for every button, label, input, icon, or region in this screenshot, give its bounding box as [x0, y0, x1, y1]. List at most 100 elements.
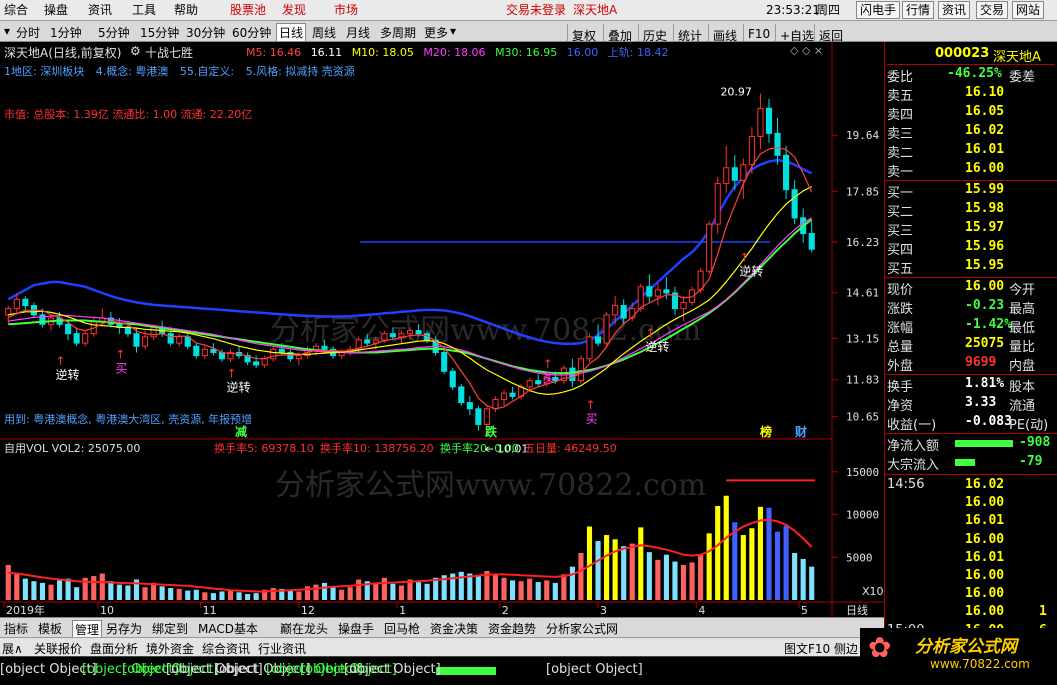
tag-concept[interactable]: 4.概念: 粤港澳 — [96, 65, 169, 78]
lightning-trade-button[interactable]: 闪电手 — [856, 1, 901, 19]
chart-area[interactable]: 分析家公式网www.70822.com 分析家公式网www.70822.com … — [0, 42, 884, 617]
volume-bar — [433, 577, 439, 600]
menu-item-overview[interactable]: 综合 — [4, 3, 28, 17]
history-button[interactable]: 历史 — [638, 24, 671, 44]
tick-row: 16.01 — [887, 549, 1055, 568]
tab-period-1min[interactable]: 1分钟 — [50, 24, 82, 41]
ask-label: 卖一 — [887, 165, 914, 180]
info-tab[interactable]: 境外资金 — [146, 640, 194, 657]
add-watchlist-button[interactable]: +自选 — [775, 24, 818, 44]
tick-price: 16.00 — [965, 531, 1005, 547]
volume-bar — [663, 554, 669, 600]
candle-body — [509, 392, 516, 397]
indicator-tab[interactable]: 操盘手 — [338, 620, 374, 637]
website-button[interactable]: 网站 — [1012, 1, 1045, 19]
gear-icon[interactable]: ⚙ — [130, 44, 141, 58]
login-status[interactable]: 交易未登录 — [506, 3, 566, 17]
indicator-tab[interactable]: 分析家公式网 — [546, 620, 618, 637]
date-tick-label: 1 — [399, 604, 406, 617]
tab-period-60min[interactable]: 60分钟 — [232, 24, 271, 41]
menu-item-market[interactable]: 市场 — [334, 3, 358, 17]
tab-period-30min[interactable]: 30分钟 — [186, 24, 225, 41]
f10-sidebar-toggle[interactable]: 图文F10 侧边 — [784, 640, 858, 657]
ask-label: 卖二 — [887, 146, 914, 161]
tag-region[interactable]: 1地区: 深圳板块 — [4, 65, 84, 78]
volume-bar — [31, 581, 37, 600]
info-tab[interactable]: 展∧ — [2, 640, 23, 657]
tag-style[interactable]: 5.风格: 拟减持 壳资源 — [246, 65, 355, 78]
tab-period-5min[interactable]: 5分钟 — [98, 24, 130, 41]
menu-item-tools[interactable]: 工具 — [132, 3, 156, 17]
date-tick-label: 2 — [502, 604, 509, 617]
date-tick-label: 4 — [698, 604, 705, 617]
candle-body — [193, 345, 200, 357]
tab-period-multi[interactable]: 多周期 — [380, 24, 416, 41]
volume-tick-label: 10000 — [846, 509, 879, 522]
trade-button[interactable]: 交易 — [976, 1, 1009, 19]
candle-body — [176, 336, 183, 344]
tab-period-monthly[interactable]: 月线 — [346, 24, 370, 41]
volume-bar — [296, 591, 302, 600]
strategy-label[interactable]: 十战七胜 — [145, 44, 193, 61]
quotes-button[interactable]: 行情 — [902, 1, 935, 19]
volume-bar — [415, 582, 422, 600]
indicator-tab[interactable]: 绑定到 — [152, 620, 188, 637]
overlay-button[interactable]: 叠加 — [603, 24, 636, 44]
menu-item-news[interactable]: 资讯 — [88, 3, 112, 17]
indicator-tab[interactable]: 资金趋势 — [488, 620, 536, 637]
volume-bar — [390, 583, 396, 600]
candle-body — [808, 233, 815, 250]
indicator-tab[interactable]: 巅在龙头 — [280, 620, 328, 637]
ask-price: 16.10 — [965, 85, 1005, 100]
info-tab[interactable]: 行业资讯 — [258, 640, 306, 657]
info-tab[interactable]: 关联报价 — [34, 640, 82, 657]
volume-bar — [604, 535, 610, 600]
menu-item-discover[interactable]: 发现 — [282, 3, 306, 17]
volume-bar — [774, 531, 781, 600]
chart-canvas[interactable]: 分析家公式网www.70822.com 分析家公式网www.70822.com … — [0, 42, 884, 617]
indicator-tab[interactable]: 另存为 — [106, 620, 142, 637]
statistics-button[interactable]: 统计 — [673, 24, 706, 44]
menu-item-stock-pool[interactable]: 股票池 — [230, 3, 266, 17]
date-tick-label: 2019年 — [6, 603, 45, 617]
f10-button[interactable]: F10 — [743, 24, 774, 44]
tab-period-weekly[interactable]: 周线 — [312, 24, 336, 41]
price-tick-label: 11.83 — [846, 374, 879, 387]
market-cap-line: 市值: 总股本: 1.39亿 流通比: 1.00 流通: 22.20亿 — [4, 108, 253, 121]
tag-custom[interactable]: 55.自定义: — [180, 65, 234, 78]
more-dropdown-icon[interactable]: ▾ — [450, 24, 456, 38]
tick-price: 16.00 — [965, 495, 1005, 511]
volume-bar — [612, 539, 618, 600]
candle-body — [458, 386, 465, 404]
info-tab[interactable]: 盘面分析 — [90, 640, 138, 657]
indicator-tab[interactable]: MACD基本 — [198, 620, 258, 637]
diamond-icons[interactable]: ◇ ◇ × — [790, 44, 823, 57]
tab-period-more[interactable]: 更多 — [424, 24, 448, 41]
stat2-label-right: 流通 — [1009, 399, 1036, 414]
flow-label: 大宗流入 — [887, 458, 940, 473]
quote-panel: 000023 深天地A 委比 -46.25% 委差 卖五 16.10 卖四 16.05… — [884, 42, 1057, 638]
menu-item-trading-desk[interactable]: 操盘 — [44, 3, 68, 17]
tab-period-daily[interactable]: 日线 — [276, 23, 307, 42]
indicator-tab[interactable]: 指标 — [4, 620, 28, 637]
candle-body — [594, 336, 602, 344]
draw-line-button[interactable]: 画线 — [708, 24, 741, 44]
adjust-price-button[interactable]: 复权 — [567, 24, 600, 44]
menu-item-help[interactable]: 帮助 — [174, 3, 198, 17]
news-button[interactable]: 资讯 — [938, 1, 971, 19]
indicator-tab[interactable]: 资金决策 — [430, 620, 478, 637]
indicator-tab[interactable]: 回马枪 — [384, 620, 420, 637]
info-tab[interactable]: 综合资讯 — [202, 640, 250, 657]
indicator-tab[interactable]: 模板 — [38, 620, 62, 637]
tab-period-15min[interactable]: 15分钟 — [140, 24, 179, 41]
buy-signal: 买 — [543, 371, 555, 385]
back-button[interactable]: 返回 — [814, 24, 847, 44]
signal-arrow-icon: ↑ — [56, 354, 66, 368]
clock: 23:53:21 — [766, 3, 820, 17]
tab-period-intraday[interactable]: 分时 — [16, 24, 40, 41]
candle-body — [791, 189, 798, 219]
price-tick-label: 10.65 — [846, 411, 879, 424]
volume-bar — [339, 589, 345, 600]
tick-price: 16.02 — [965, 477, 1005, 492]
candle-body — [210, 348, 217, 353]
